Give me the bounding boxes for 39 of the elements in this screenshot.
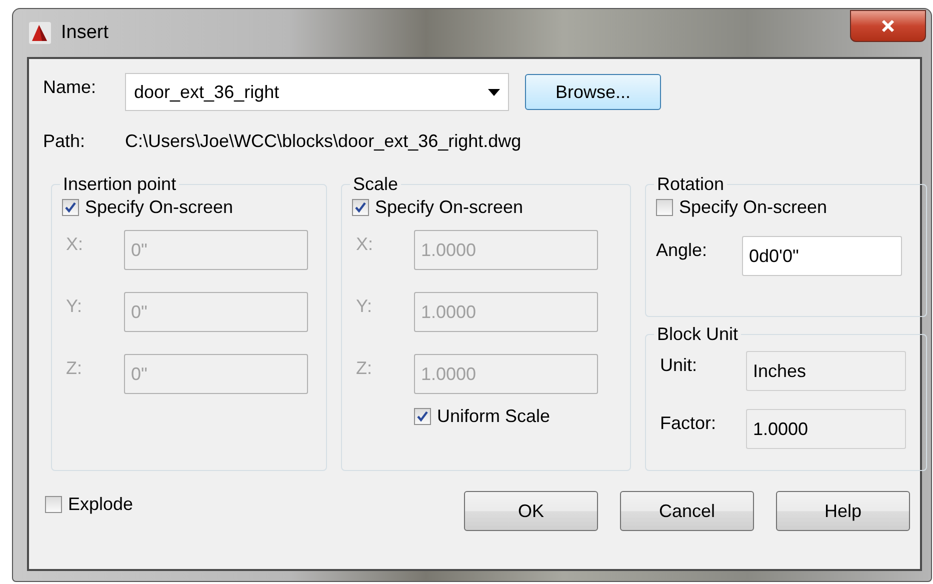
name-dropdown[interactable]: door_ext_36_right <box>125 73 509 111</box>
input-field[interactable]: 1.0000 <box>746 409 906 449</box>
field-label: Angle: <box>656 240 708 260</box>
field-label: Name: <box>43 76 98 98</box>
field-label: Path: <box>43 131 86 152</box>
app-logo-icon <box>29 22 51 44</box>
checkbox[interactable] <box>414 408 431 425</box>
group-title: Scale <box>352 174 400 195</box>
field-label: Z: <box>356 358 373 378</box>
checkbox-label: Specify On-screen <box>375 197 524 218</box>
group-title: Insertion point <box>62 174 178 195</box>
window-title: Insert <box>61 22 109 44</box>
field-label: X: <box>356 234 374 254</box>
dialog-button[interactable]: Cancel <box>620 491 754 531</box>
dialog-button[interactable]: OK <box>464 491 598 531</box>
dialog-button[interactable]: Help <box>776 491 910 531</box>
input-field[interactable]: Inches <box>746 351 906 391</box>
checkbox[interactable] <box>45 496 62 512</box>
close-icon <box>880 19 896 33</box>
close-button[interactable] <box>850 10 926 42</box>
field-label: Z: <box>66 358 83 378</box>
checkbox[interactable] <box>62 199 79 216</box>
checkbox-label: Specify On-screen <box>679 197 828 218</box>
checkbox-label: Uniform Scale <box>437 406 550 427</box>
field-label: Y: <box>356 296 374 316</box>
group-title: Block Unit <box>656 324 740 345</box>
input-field[interactable]: 0d0'0" <box>742 236 902 276</box>
field-label: Unit: <box>660 354 698 376</box>
group-title: Rotation <box>656 174 726 195</box>
field-label: X: <box>66 234 84 254</box>
checkbox[interactable] <box>656 199 673 216</box>
path-text: C:\Users\Joe\WCC\blocks\door_ext_36_right.dwg <box>125 131 522 152</box>
checkbox-label: Specify On-screen <box>85 197 234 218</box>
dropdown-arrow-icon <box>488 88 500 96</box>
browse-button[interactable]: Browse... <box>525 74 661 110</box>
field-label: Y: <box>66 296 84 316</box>
checkbox-label: Explode <box>68 494 134 514</box>
field-label: Factor: <box>660 412 718 434</box>
checkbox[interactable] <box>352 199 369 216</box>
